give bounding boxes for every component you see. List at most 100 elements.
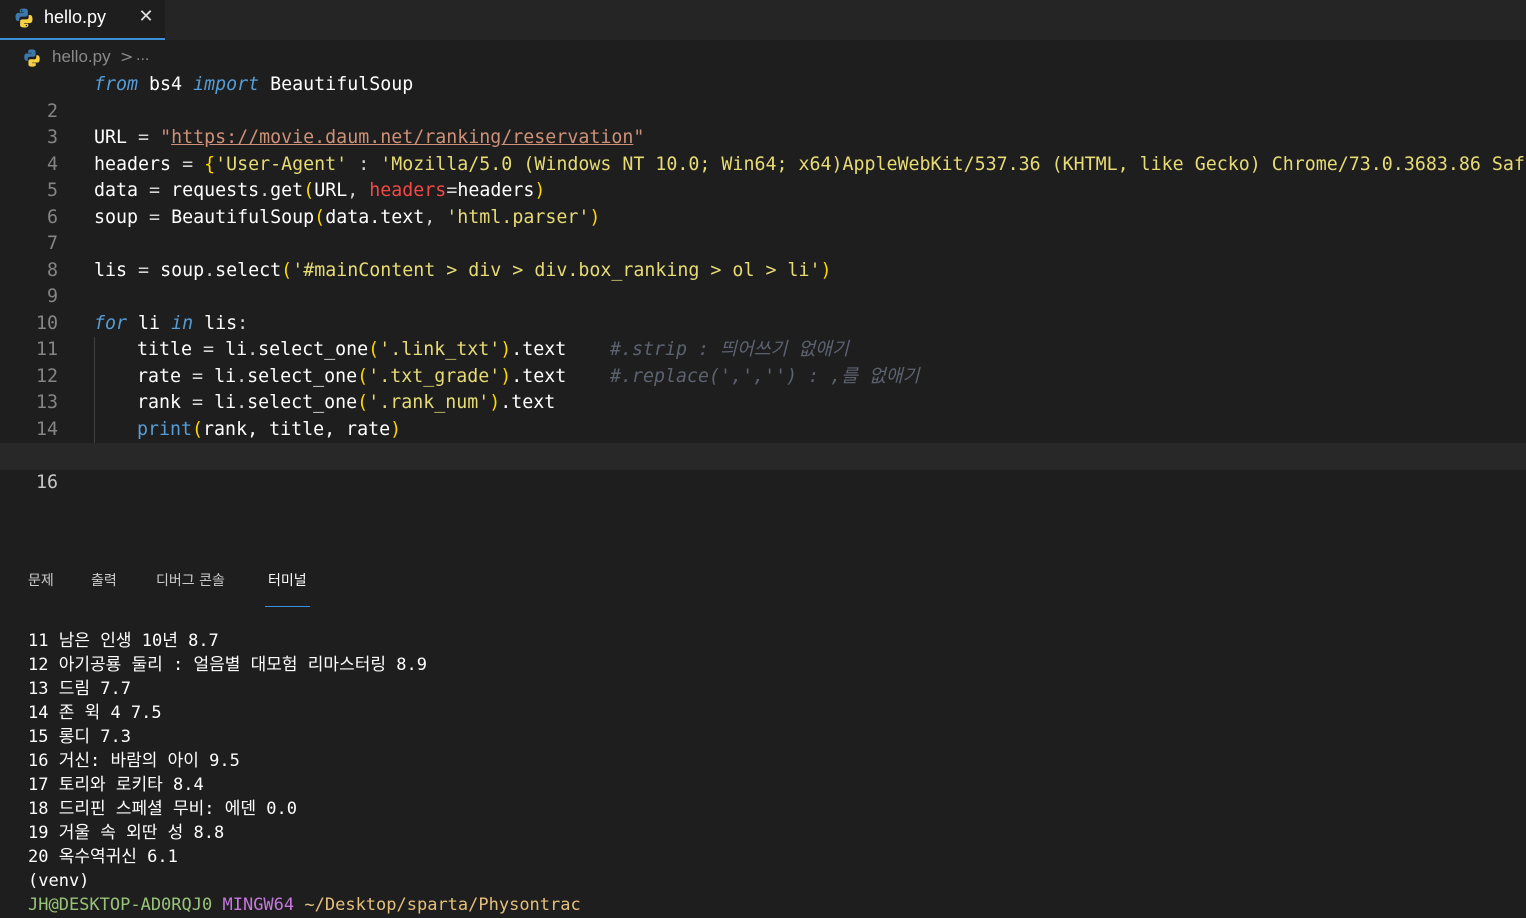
close-icon[interactable]: ✕	[136, 5, 156, 29]
keyword: for	[94, 312, 128, 334]
operator: .	[259, 180, 271, 201]
terminal-line: (venv)	[28, 871, 90, 891]
variable: lis	[204, 312, 238, 334]
variable: lis	[94, 259, 128, 281]
code-editor[interactable]: 2 from bs4 import BeautifulSoup 3 4 URL …	[0, 72, 1526, 493]
url-link[interactable]: https://movie.daum.net/ranking/reservati…	[171, 127, 633, 148]
code-line: 11 for li in lis:	[0, 311, 1526, 361]
bracket: (	[303, 180, 315, 201]
code-line: 14 rank = li.select_one('.rank_num').tex…	[0, 390, 1526, 440]
bracket: )	[820, 259, 832, 281]
string-literal: '.txt_grade'	[368, 365, 501, 387]
operator: =	[192, 365, 204, 387]
terminal-line: 11 남은 인생 10년 8.7	[28, 631, 219, 651]
tab-output[interactable]: 출력	[91, 570, 117, 598]
operator: :	[358, 153, 370, 175]
operator: =	[149, 180, 161, 201]
keyword: import	[193, 74, 260, 95]
operator: .	[204, 259, 216, 281]
operator: =	[138, 127, 150, 148]
variable: li	[214, 365, 237, 387]
code-comment: #.replace(',','') : ,를 없애기	[610, 365, 920, 387]
editor-window: hello.py ✕ hello.py > ... 2 from bs4 imp…	[0, 0, 1526, 918]
indent-guide	[94, 416, 95, 443]
operator: .	[236, 365, 248, 387]
variable: soup	[160, 259, 205, 281]
operator: =	[192, 392, 204, 413]
operator: ,	[424, 206, 436, 228]
arguments: rank, title, rate	[203, 418, 391, 440]
bracket: )	[589, 206, 601, 228]
variable: li	[138, 312, 161, 334]
chevron-right-icon: >	[120, 47, 134, 66]
code-line: 13 rate = li.select_one('.txt_grade').te…	[0, 363, 1526, 413]
tab-problems[interactable]: 문제	[28, 570, 54, 598]
python-icon	[22, 48, 42, 72]
bracket: )	[390, 418, 402, 440]
variable: title	[137, 339, 193, 360]
string-literal: '.link_txt'	[379, 339, 501, 360]
terminal-line: 14 존 윅 4 7.5	[28, 703, 162, 723]
breadcrumb-file[interactable]: hello.py	[52, 47, 111, 67]
prompt-env: MINGW64	[222, 895, 295, 915]
operator: =	[182, 153, 194, 175]
operator: :	[237, 312, 249, 334]
line-number: 16	[35, 471, 58, 493]
terminal-line: 17 토리와 로키타 8.4	[28, 775, 204, 795]
keyword-argument: headers	[369, 180, 447, 201]
string-quote: "	[633, 127, 645, 148]
bracket: )	[500, 365, 512, 387]
tab-hello-py[interactable]: hello.py ✕	[0, 0, 165, 40]
function-name: select_one	[258, 339, 369, 360]
bracket: (	[281, 259, 293, 281]
bracket: )	[534, 180, 546, 201]
breadcrumb-more[interactable]: ...	[136, 47, 149, 65]
prompt-user: JH@DESKTOP-AD0RQJ0	[28, 895, 213, 915]
tab-debug-console[interactable]: 디버그 콘솔	[156, 570, 225, 598]
operator: .	[247, 339, 259, 360]
bottom-panel: 문제 출력 디버그 콘솔 터미널 11 남은 인생 10년 8.7 12 아기공…	[0, 560, 1526, 918]
code-line: 3	[0, 99, 1526, 148]
variable: URL	[94, 127, 128, 148]
variable: requests	[171, 180, 260, 201]
code-line: 10	[0, 284, 1526, 334]
function-name: select	[215, 259, 282, 281]
tab-terminal[interactable]: 터미널	[265, 570, 310, 607]
current-line[interactable]: 16	[0, 443, 1526, 493]
code-line: 4 URL = "https://movie.daum.net/ranking/…	[0, 125, 1526, 175]
tab-label: hello.py	[44, 7, 107, 27]
string-literal: '#mainContent > div > div.box_ranking > …	[292, 259, 821, 281]
operator: =	[203, 339, 215, 360]
terminal-line: 12 아기공룡 둘리 : 얼음별 대모험 리마스터링 8.9	[28, 655, 427, 675]
variable: data	[94, 180, 139, 201]
operator: =	[149, 206, 161, 228]
variable: li	[214, 392, 237, 413]
keyword: in	[171, 312, 194, 334]
bracket: (	[357, 392, 369, 413]
bracket: (	[357, 365, 369, 387]
terminal-line: 13 드림 7.7	[28, 679, 131, 699]
indent-guide	[94, 390, 95, 417]
bracket: )	[500, 339, 512, 360]
bracket: (	[192, 418, 204, 440]
tab-bar: hello.py ✕	[0, 0, 1526, 40]
indent-guide	[94, 363, 95, 390]
string-literal: 'User-Agent'	[215, 153, 348, 175]
code-line: 2 from bs4 import BeautifulSoup	[0, 72, 1526, 122]
keyword: from	[94, 74, 139, 95]
class-name: BeautifulSoup	[270, 74, 414, 95]
string-quote: "	[160, 127, 172, 148]
variable: data.text	[325, 206, 425, 228]
function-name: BeautifulSoup	[171, 206, 315, 228]
function-name: get	[270, 180, 304, 201]
indent-guide	[94, 337, 95, 364]
variable: headers	[457, 180, 535, 201]
prompt-path: ~/Desktop/sparta/Physontrac	[304, 895, 581, 915]
terminal-line: 20 옥수역귀신 6.1	[28, 847, 178, 867]
bracket: {	[204, 153, 216, 175]
operator: .	[236, 392, 248, 413]
terminal-prompt[interactable]: JH@DESKTOP-AD0RQJ0 MINGW64 ~/Desktop/spa…	[28, 893, 581, 917]
function-name: select_one	[247, 365, 358, 387]
code-line: 12 title = li.select_one('.link_txt').te…	[0, 337, 1526, 387]
terminal-line: 19 거울 속 외딴 성 8.8	[28, 823, 225, 843]
